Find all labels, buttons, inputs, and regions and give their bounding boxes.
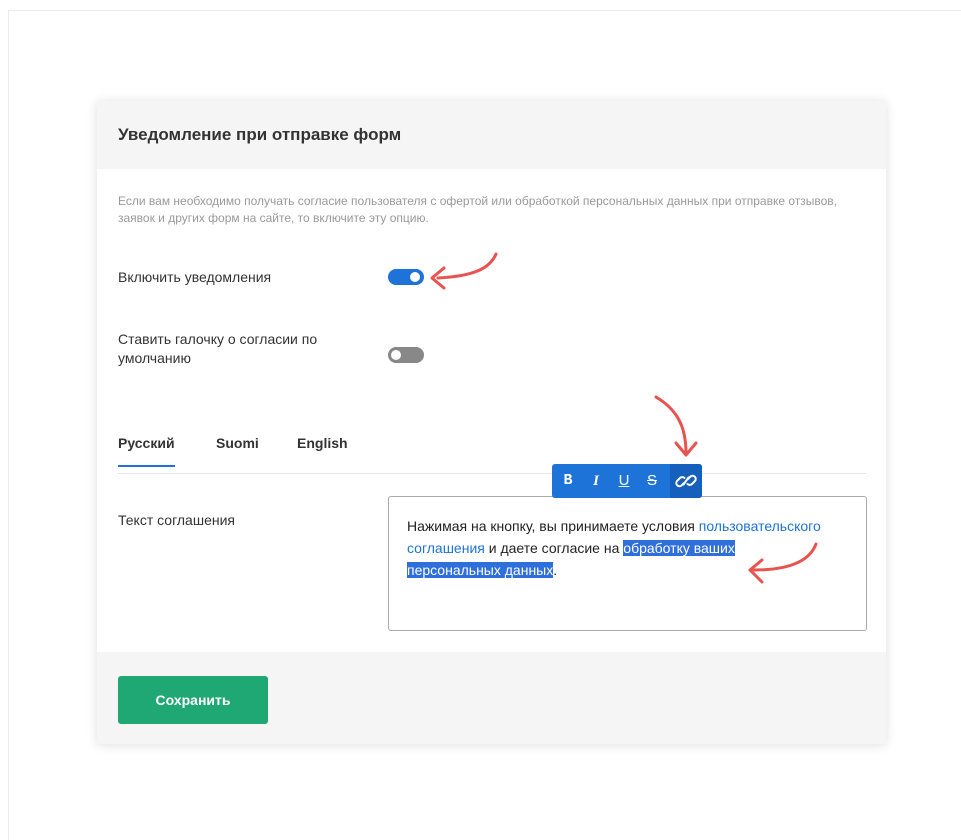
toggle-knob <box>391 350 401 360</box>
strikethrough-button[interactable]: S <box>640 464 664 498</box>
card-description: Если вам необходимо получать согласие по… <box>118 194 837 225</box>
default-consent-label: Ставить галочку о согласии по умолчанию <box>118 331 318 366</box>
language-tabs: Русский Suomi English <box>118 429 866 474</box>
italic-button[interactable]: I <box>584 464 608 498</box>
default-consent-toggle[interactable] <box>388 347 424 363</box>
link-icon <box>675 474 697 488</box>
annotation-arrow-link <box>654 395 698 457</box>
link-button[interactable] <box>670 464 702 498</box>
agreement-text-label: Текст соглашения <box>118 512 235 528</box>
card-header: Уведомление при отправке форм <box>97 101 886 169</box>
toggle-knob <box>410 272 420 282</box>
agreement-text-part1: Нажимая на кнопку, вы принимаете условия <box>407 518 699 534</box>
annotation-arrow-toggle <box>430 252 498 290</box>
annotation-arrow-selection <box>748 542 818 584</box>
bold-button[interactable]: B <box>556 464 580 498</box>
card-title: Уведомление при отправке форм <box>118 125 402 144</box>
enable-notifications-toggle[interactable] <box>388 269 424 285</box>
save-button[interactable]: Сохранить <box>118 676 268 724</box>
tab-suomi[interactable]: Suomi <box>216 435 259 451</box>
tab-english[interactable]: English <box>297 435 348 451</box>
enable-notifications-label: Включить уведомления <box>118 269 272 285</box>
format-toolbar: B I U S <box>552 464 702 498</box>
settings-card: Уведомление при отправке форм Если вам н… <box>97 101 886 744</box>
card-footer: Сохранить <box>97 652 886 744</box>
agreement-text-part2: и даете согласие на <box>484 540 624 556</box>
underline-button[interactable]: U <box>612 464 636 498</box>
tab-russian[interactable]: Русский <box>118 435 175 467</box>
agreement-text-part3: . <box>553 562 558 578</box>
